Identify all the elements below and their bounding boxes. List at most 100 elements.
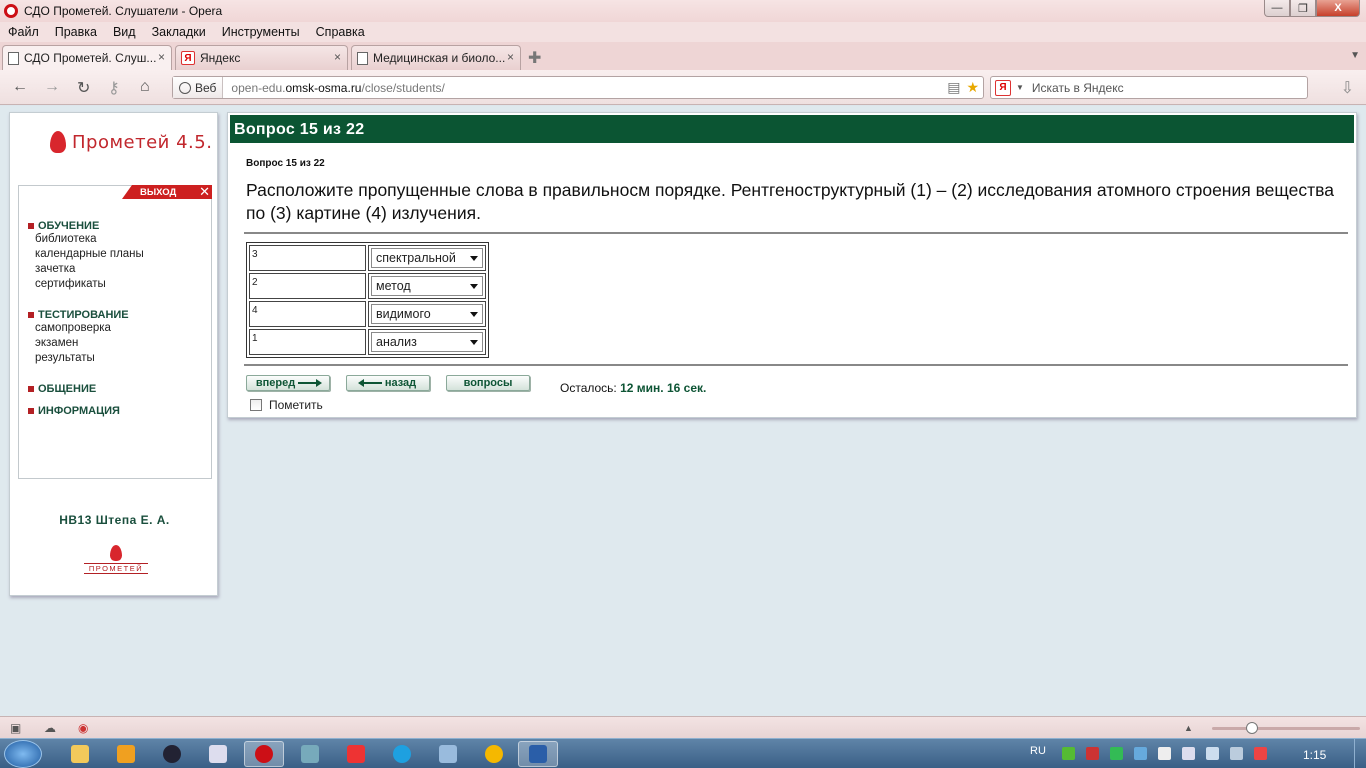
- opera-unite-icon[interactable]: ☁: [44, 721, 56, 735]
- tray-app-icon[interactable]: [1134, 747, 1147, 760]
- web-badge[interactable]: Веб: [173, 77, 224, 98]
- nav-menu: ВЫХОД ✕ ОБУЧЕНИЕ библиотека календарные …: [18, 185, 212, 479]
- menu-help[interactable]: Справка: [308, 25, 373, 39]
- tab-close-icon[interactable]: ×: [334, 50, 341, 64]
- bookmark-star-icon[interactable]: ★: [966, 79, 979, 96]
- volume-icon[interactable]: [1206, 747, 1219, 760]
- answer-select[interactable]: видимого: [371, 304, 483, 324]
- back-button[interactable]: назад: [346, 375, 430, 391]
- show-desktop-button[interactable]: [1354, 739, 1366, 768]
- key-icon[interactable]: ⚷: [108, 78, 120, 98]
- question-subheader: Вопрос 15 из 22: [246, 158, 325, 169]
- clock[interactable]: 1:15: [1303, 748, 1326, 762]
- nav-self-test[interactable]: самопроверка: [28, 321, 129, 336]
- answer-select[interactable]: метод: [371, 276, 483, 296]
- media-player-icon[interactable]: [106, 741, 146, 767]
- menu-view[interactable]: Вид: [105, 25, 144, 39]
- zoom-menu-icon[interactable]: ▲: [1184, 723, 1193, 733]
- opera-taskbar-icon[interactable]: [244, 741, 284, 767]
- action-center-icon[interactable]: [1182, 747, 1195, 760]
- download-icon[interactable]: ⇩: [1341, 78, 1354, 98]
- answer-number: 1: [249, 329, 366, 355]
- search-field[interactable]: Я ▼ Искать в Яндекс: [990, 76, 1308, 99]
- page-viewport: Прометей 4.5. ВЫХОД ✕ ОБУЧЕНИЕ библиотек…: [0, 106, 1366, 716]
- tab-sdo-prometei[interactable]: СДО Прометей. Слуш... ×: [2, 45, 172, 70]
- section-information: ИНФОРМАЦИЯ: [28, 405, 120, 417]
- section-title[interactable]: ИНФОРМАЦИЯ: [28, 405, 120, 417]
- back-icon[interactable]: ←: [12, 78, 28, 96]
- mark-label[interactable]: Пометить: [269, 398, 323, 412]
- tray-app-icon[interactable]: [1086, 747, 1099, 760]
- mark-checkbox[interactable]: [250, 399, 262, 411]
- tab-label: СДО Прометей. Слуш...: [24, 51, 157, 65]
- panel-toggle-icon[interactable]: ▣: [10, 721, 21, 735]
- menu-file[interactable]: Файл: [0, 25, 47, 39]
- utorrent-icon[interactable]: [1062, 747, 1075, 760]
- chevron-down-icon: [470, 283, 478, 289]
- audio-icon[interactable]: [428, 741, 468, 767]
- menu-bookmarks[interactable]: Закладки: [144, 25, 214, 39]
- exit-button[interactable]: ВЫХОД ✕: [122, 185, 212, 199]
- footer-logo-text: ПРОМЕТЕЙ: [84, 563, 148, 574]
- url-actions: ▤ ★: [947, 79, 979, 96]
- search-placeholder[interactable]: Искать в Яндекс: [1032, 81, 1124, 95]
- address-field[interactable]: Веб open-edu.omsk-osma.ru/close/students…: [172, 76, 984, 99]
- reload-icon[interactable]: ↻: [77, 78, 90, 98]
- nav-record-book[interactable]: зачетка: [28, 262, 144, 277]
- zoom-slider-handle[interactable]: [1246, 722, 1258, 734]
- tab-medical[interactable]: Медицинская и биоло... ×: [351, 45, 521, 70]
- network-icon[interactable]: [1230, 747, 1243, 760]
- search-engine-dropdown-icon[interactable]: ▼: [1016, 83, 1024, 92]
- nav-results[interactable]: результаты: [28, 351, 129, 366]
- section-title[interactable]: ТЕСТИРОВАНИЕ: [28, 309, 129, 321]
- window-title: СДО Прометей. Слушатели - Opera: [24, 4, 223, 18]
- answer-select[interactable]: спектральной: [371, 248, 483, 268]
- word-icon[interactable]: [518, 741, 558, 767]
- tray-app-icon[interactable]: [1110, 747, 1123, 760]
- forward-icon[interactable]: →: [44, 78, 60, 96]
- menu-edit[interactable]: Правка: [47, 25, 105, 39]
- window-title-bar: СДО Прометей. Слушатели - Opera — ❐ X: [0, 0, 1366, 22]
- flame-icon: [110, 545, 122, 561]
- nav-calendar-plans[interactable]: календарные планы: [28, 247, 144, 262]
- section-title[interactable]: ОБУЧЕНИЕ: [28, 220, 144, 232]
- forward-button[interactable]: вперед: [246, 375, 330, 391]
- safely-remove-icon[interactable]: [1158, 747, 1171, 760]
- questions-button[interactable]: вопросы: [446, 375, 530, 391]
- close-window-button[interactable]: X: [1316, 0, 1360, 17]
- nav-certificates[interactable]: сертификаты: [28, 277, 144, 292]
- section-learning: ОБУЧЕНИЕ библиотека календарные планы за…: [28, 220, 144, 292]
- bullet-icon: [28, 312, 34, 318]
- home-icon[interactable]: ⌂: [140, 78, 150, 96]
- opera-logo-icon[interactable]: [4, 4, 18, 18]
- new-tab-icon[interactable]: ✚: [528, 48, 541, 68]
- tab-list-icon[interactable]: ▼: [1350, 50, 1360, 61]
- maximize-button[interactable]: ❐: [1290, 0, 1316, 17]
- page-info-icon[interactable]: ▤: [947, 79, 960, 96]
- tab-close-icon[interactable]: ×: [507, 50, 514, 64]
- yandex-search-icon[interactable]: Я: [995, 79, 1011, 96]
- paint-icon[interactable]: [290, 741, 330, 767]
- start-button[interactable]: [4, 740, 42, 768]
- answer-select[interactable]: анализ: [371, 332, 483, 352]
- tab-yandex[interactable]: Я Яндекс ×: [175, 45, 348, 70]
- tab-close-icon[interactable]: ×: [158, 50, 165, 64]
- section-title[interactable]: ОБЩЕНИЕ: [28, 383, 96, 395]
- language-indicator[interactable]: RU: [1030, 745, 1046, 757]
- zoom-slider[interactable]: [1212, 727, 1360, 730]
- app-icon[interactable]: [198, 741, 238, 767]
- power-icon[interactable]: [1254, 747, 1267, 760]
- close-icon: ✕: [199, 184, 210, 199]
- skype-icon[interactable]: [382, 741, 422, 767]
- minimize-button[interactable]: —: [1264, 0, 1290, 17]
- mail-agent-icon[interactable]: [474, 741, 514, 767]
- turbo-icon[interactable]: ◉: [78, 721, 88, 735]
- nav-exam[interactable]: экзамен: [28, 336, 129, 351]
- yandex-browser-icon[interactable]: [336, 741, 376, 767]
- media-center-icon[interactable]: [152, 741, 192, 767]
- menu-tools[interactable]: Инструменты: [214, 25, 308, 39]
- explorer-icon[interactable]: [60, 741, 100, 767]
- nav-library[interactable]: библиотека: [28, 232, 144, 247]
- url-text[interactable]: open-edu.omsk-osma.ru/close/students/: [231, 81, 444, 95]
- tab-label: Медицинская и биоло...: [373, 51, 506, 65]
